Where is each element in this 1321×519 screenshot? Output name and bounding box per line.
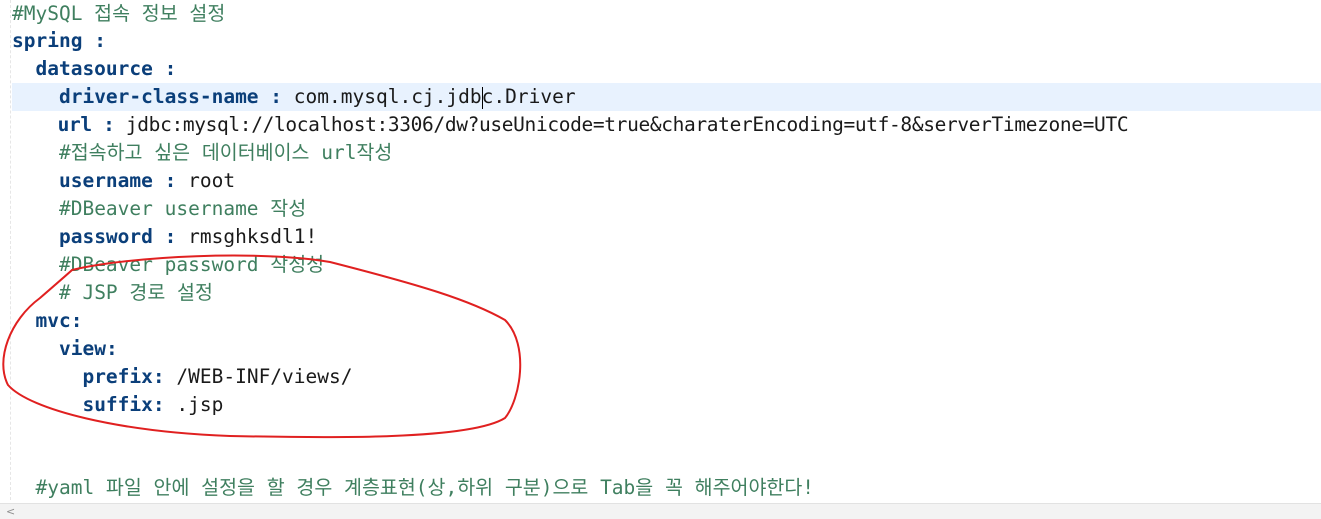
yaml-separator: :	[82, 29, 106, 52]
yaml-key: username	[58, 169, 153, 192]
yaml-key: driver-class-name	[58, 85, 259, 108]
scroll-left-icon[interactable]: <	[6, 504, 15, 519]
yaml-key: view	[58, 337, 106, 360]
code-line-3: datasource :	[12, 55, 1321, 83]
yaml-separator: :	[152, 169, 189, 192]
code-line-2: spring :	[12, 27, 1321, 55]
yaml-separator: :	[152, 393, 177, 416]
comment-text: # JSP 경로 설정	[58, 281, 213, 304]
code-line-15: suffix: .jsp	[12, 391, 1321, 419]
code-line-13: view:	[12, 335, 1321, 363]
code-line-12: mvc:	[12, 307, 1321, 335]
yaml-separator: :	[91, 113, 126, 136]
code-line-9: password : rmsghksdl1!	[12, 223, 1321, 251]
yaml-separator: :	[258, 85, 294, 108]
code-line-18: #yaml 파일 안에 설정을 할 경우 계층표현(상,하위 구분)으로 Tab…	[12, 474, 1321, 500]
comment-text: #MySQL 접속 정보 설정	[12, 2, 226, 25]
yaml-separator: :	[152, 57, 177, 80]
code-line-16-empty	[12, 419, 1321, 447]
code-line-4-current[interactable]: driver-class-name : com.mysql.cj.jdbc.Dr…	[12, 83, 1321, 111]
code-line-5: url : jdbc:mysql://localhost:3306/dw?use…	[12, 111, 1321, 139]
comment-text: #DBeaver username 작성	[58, 197, 307, 220]
code-line-17-empty	[12, 447, 1321, 475]
yaml-separator: :	[105, 337, 118, 360]
comment-text: #접속하고 싶은 데이터베이스 url작성	[58, 141, 393, 164]
yaml-separator: :	[152, 365, 177, 388]
yaml-value: /WEB-INF/views/	[176, 365, 353, 388]
yaml-separator: :	[70, 309, 83, 332]
yaml-key: suffix	[82, 393, 153, 416]
code-line-6: #접속하고 싶은 데이터베이스 url작성	[12, 139, 1321, 167]
horizontal-scrollbar[interactable]: <	[0, 503, 1321, 519]
yaml-key: password	[58, 225, 153, 248]
yaml-value: jdbc:mysql://localhost:3306/dw?useUnicod…	[125, 113, 1129, 136]
yaml-separator: :	[152, 225, 189, 248]
code-line-7: username : root	[12, 167, 1321, 195]
yaml-value: rmsghksdl1!	[188, 225, 318, 248]
code-line-11: # JSP 경로 설정	[12, 279, 1321, 307]
code-line-10: #DBeaver password 작성성	[12, 251, 1321, 279]
editor-gutter	[0, 0, 11, 500]
code-line-14: prefix: /WEB-INF/views/	[12, 363, 1321, 391]
code-editor[interactable]: #MySQL 접속 정보 설정 spring : datasource : dr…	[0, 0, 1321, 500]
yaml-key: datasource	[35, 57, 153, 80]
comment-text: #yaml 파일 안에 설정을 할 경우 계층표현(상,하위 구분)으로 Tab…	[35, 476, 815, 499]
code-line-1: #MySQL 접속 정보 설정	[12, 0, 1321, 28]
yaml-value-rest: c.Driver	[481, 85, 576, 108]
yaml-value: com.mysql.cj.jdb	[293, 85, 482, 108]
yaml-key: prefix	[82, 365, 153, 388]
yaml-key: mvc	[35, 309, 71, 332]
comment-text: #DBeaver password 작성성	[58, 253, 325, 276]
yaml-key: url	[57, 113, 93, 136]
yaml-value: .jsp	[176, 393, 224, 416]
yaml-key: spring	[12, 29, 83, 52]
yaml-value: root	[188, 169, 236, 192]
code-line-8: #DBeaver username 작성	[12, 195, 1321, 223]
